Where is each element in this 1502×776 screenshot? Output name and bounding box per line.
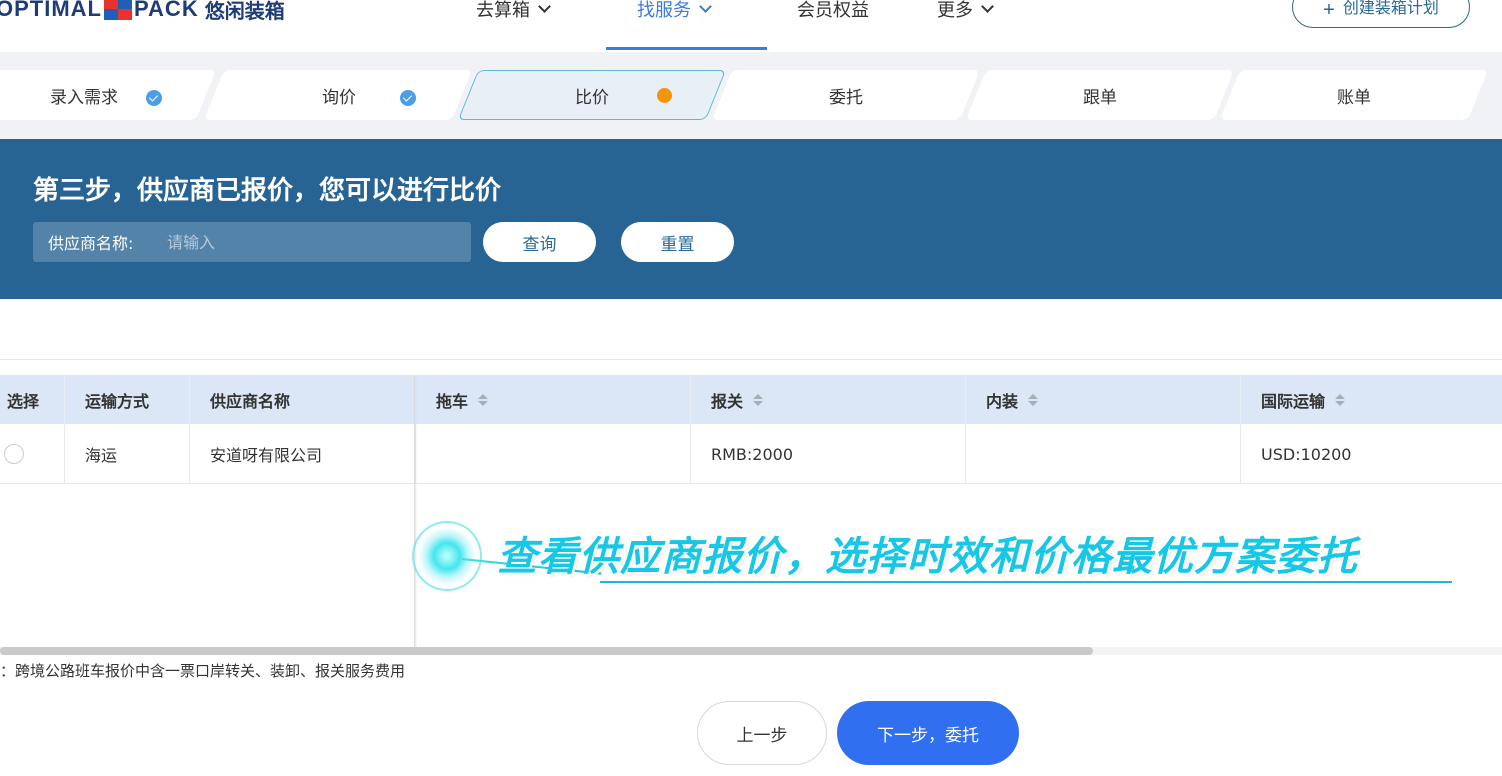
logo-text-left: OPTIMAL xyxy=(0,0,102,21)
column-header-trailer[interactable]: 拖车 xyxy=(416,375,691,424)
sort-icon[interactable] xyxy=(478,393,489,406)
search-label: 供应商名称: xyxy=(48,234,134,253)
reset-button[interactable]: 重置 xyxy=(621,222,734,262)
step-label: 询价 xyxy=(322,87,356,108)
logo-text-right: PACK xyxy=(134,0,199,21)
supplier-cell: 安道呀有限公司 xyxy=(190,424,416,484)
step-header-panel: 第三步，供应商已报价，您可以进行比价 供应商名称: 查询 重置 xyxy=(0,139,1502,299)
step-label: 比价 xyxy=(575,87,609,108)
sort-icon[interactable] xyxy=(753,393,764,406)
column-header-packing[interactable]: 内装 xyxy=(966,375,1241,424)
column-header-select: 选择 xyxy=(0,375,65,424)
previous-step-button[interactable]: 上一步 xyxy=(697,701,827,765)
check-circle-icon xyxy=(146,90,162,106)
nav-item-more[interactable]: 更多 xyxy=(937,0,994,24)
next-step-entrust-button[interactable]: 下一步，委托 xyxy=(837,701,1019,765)
nav-item-label: 更多 xyxy=(937,0,973,21)
nav-item-label: 找服务 xyxy=(637,0,691,21)
query-button[interactable]: 查询 xyxy=(483,222,596,262)
logo-text-cn: 悠闲装箱 xyxy=(204,0,285,23)
logo[interactable]: OPTIMAL PACK 悠闲装箱 xyxy=(0,0,285,24)
step-bill[interactable]: 账单 xyxy=(1230,70,1478,120)
nav-item-find-service[interactable]: 找服务 xyxy=(637,0,712,24)
chevron-down-icon xyxy=(981,0,994,13)
transport-cell: 海运 xyxy=(65,424,190,484)
fixed-columns-area xyxy=(0,484,415,654)
supplier-name-input[interactable] xyxy=(167,232,457,252)
step-progress-bar: 录入需求 询价 比价 委托 跟单 账单 xyxy=(0,52,1502,139)
table-header: 选择 运输方式 供应商名称 拖车 报关 内装 国际运输 xyxy=(0,375,1502,424)
logo-box-icon xyxy=(104,0,132,20)
step-enter-requirements[interactable]: 录入需求 xyxy=(0,70,208,120)
row-select-radio[interactable] xyxy=(4,444,24,464)
current-step-dot-icon xyxy=(657,88,672,103)
nav-item-calc-box[interactable]: 去算箱 xyxy=(476,0,551,24)
intl-shipping-cell: USD:10200 xyxy=(1261,444,1352,464)
step-compare[interactable]: 比价 xyxy=(468,70,716,120)
tutorial-banner-text: 查看供应商报价，选择时效和价格最优方案委托 xyxy=(497,534,1358,580)
select-cell xyxy=(0,424,65,484)
table-row[interactable]: 海运 安道呀有限公司 RMB:2000 USD:10200 xyxy=(0,424,1502,484)
check-circle-icon xyxy=(400,90,416,106)
fixed-column-shadow xyxy=(414,375,417,655)
nav-active-underline xyxy=(606,47,767,50)
scrollbar-thumb[interactable] xyxy=(0,647,1093,655)
column-header-customs[interactable]: 报关 xyxy=(691,375,966,424)
top-navbar: OPTIMAL PACK 悠闲装箱 去算箱 找服务 会员权益 更多 + 创建装箱… xyxy=(0,0,1502,52)
nav-item-membership[interactable]: 会员权益 xyxy=(797,0,869,24)
create-button-label: 创建装箱计划 xyxy=(1342,0,1439,17)
column-header-intl-shipping[interactable]: 国际运输 xyxy=(1241,375,1502,424)
plus-icon: + xyxy=(1323,0,1335,21)
column-header-transport: 运输方式 xyxy=(65,375,190,424)
nav-item-label: 去算箱 xyxy=(476,0,530,21)
footnote: ：跨境公路班车报价中含一票口岸转关、装卸、报关服务费用 xyxy=(0,662,406,680)
supplier-search-box: 供应商名称: xyxy=(33,222,471,262)
step-label: 跟单 xyxy=(1083,87,1117,108)
column-header-supplier: 供应商名称 xyxy=(190,375,416,424)
glow-orb-icon xyxy=(412,521,482,591)
step-entrust[interactable]: 委托 xyxy=(722,70,970,120)
sort-icon[interactable] xyxy=(1028,393,1039,406)
divider xyxy=(0,359,1502,360)
nav-item-label: 会员权益 xyxy=(797,0,869,21)
trailer-cell xyxy=(416,424,691,484)
step-label: 录入需求 xyxy=(50,87,118,108)
sort-icon[interactable] xyxy=(1335,393,1346,406)
step-tracking[interactable]: 跟单 xyxy=(976,70,1224,120)
step-label: 账单 xyxy=(1337,87,1371,108)
customs-cell: RMB:2000 xyxy=(691,424,966,484)
chevron-down-icon xyxy=(699,0,712,13)
page-title: 第三步，供应商已报价，您可以进行比价 xyxy=(33,176,502,206)
packing-cell xyxy=(966,424,1241,484)
create-packing-plan-button[interactable]: + 创建装箱计划 xyxy=(1292,0,1470,28)
step-inquiry[interactable]: 询价 xyxy=(215,70,463,120)
chevron-down-icon xyxy=(538,0,551,13)
step-label: 委托 xyxy=(829,87,863,108)
